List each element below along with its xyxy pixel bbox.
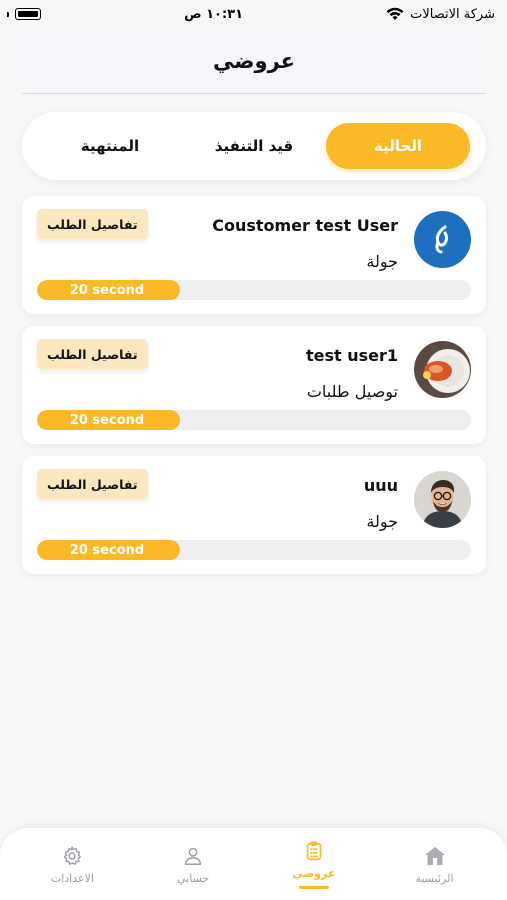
carrier-group: شركة الاتصالات	[386, 7, 495, 22]
person-photo-icon	[414, 471, 471, 528]
customer-name: Coustomer test User	[212, 216, 398, 235]
timer-progress: 20 second	[37, 540, 471, 560]
timer-progress: 20 second	[37, 410, 471, 430]
wifi-icon	[386, 7, 404, 20]
customer-name: uuu	[363, 476, 398, 495]
home-icon	[423, 844, 447, 868]
nav-my-offers[interactable]: عروضي	[264, 839, 364, 889]
service-type: توصيل طلبات	[306, 382, 398, 401]
page-title: عروضي	[212, 48, 295, 73]
nav-home-label: الرئيسية	[415, 871, 454, 885]
offer-card[interactable]: Coustomer test User جولة تفاصيل الطلب 20…	[22, 196, 486, 314]
offers-list: Coustomer test User جولة تفاصيل الطلب 20…	[22, 196, 486, 586]
logo-avatar	[414, 211, 471, 268]
customer-name: test user1	[305, 346, 398, 365]
service-type: جولة	[366, 252, 398, 271]
service-type: جولة	[366, 512, 398, 531]
food-photo-avatar	[414, 341, 471, 398]
order-details-button[interactable]: تفاصيل الطلب	[37, 469, 148, 499]
gear-icon	[60, 844, 84, 868]
carrier-name: شركة الاتصالات	[410, 6, 495, 22]
nav-settings[interactable]: الاعدادات	[22, 844, 122, 885]
app-header: عروضي	[22, 28, 486, 94]
offer-card[interactable]: uuu جولة تفاصيل الطلب 20 second	[22, 456, 486, 574]
food-photo-icon	[414, 341, 471, 398]
battery-icon	[15, 8, 41, 20]
tab-current[interactable]: الحالية	[326, 123, 470, 169]
status-bar: ١٠:٣١ ص شركة الاتصالات	[0, 0, 507, 28]
nav-home[interactable]: الرئيسية	[385, 844, 485, 885]
nav-my-offers-label: عروضي	[292, 867, 336, 880]
tab-in-progress[interactable]: قيد التنفيذ	[182, 123, 326, 169]
status-time: ١٠:٣١ ص	[184, 6, 244, 22]
battery-group	[7, 8, 41, 20]
clipboard-icon	[302, 839, 326, 863]
order-details-button[interactable]: تفاصيل الطلب	[37, 209, 148, 239]
status-tabs: الحالية قيد التنفيذ المنتهية	[22, 112, 486, 180]
user-icon	[181, 844, 205, 868]
nav-settings-label: الاعدادات	[50, 871, 94, 885]
battery-nub	[7, 11, 9, 17]
timer-label: 20 second	[69, 412, 145, 428]
order-details-button[interactable]: تفاصيل الطلب	[37, 339, 148, 369]
nav-account[interactable]: حسابي	[143, 844, 243, 885]
nav-account-label: حسابي	[177, 871, 210, 885]
active-indicator	[298, 886, 329, 889]
timer-label: 20 second	[69, 542, 145, 558]
bottom-nav: الاعدادات حسابي عروضي الرئيسية	[0, 828, 507, 900]
brand-logo-icon	[435, 225, 448, 254]
offer-card[interactable]: test user1 توصيل طلبات تفاصيل الطلب 20 s…	[22, 326, 486, 444]
timer-label: 20 second	[69, 282, 145, 298]
tab-finished[interactable]: المنتهية	[38, 123, 182, 169]
timer-progress: 20 second	[37, 280, 471, 300]
person-photo-avatar	[414, 471, 471, 528]
